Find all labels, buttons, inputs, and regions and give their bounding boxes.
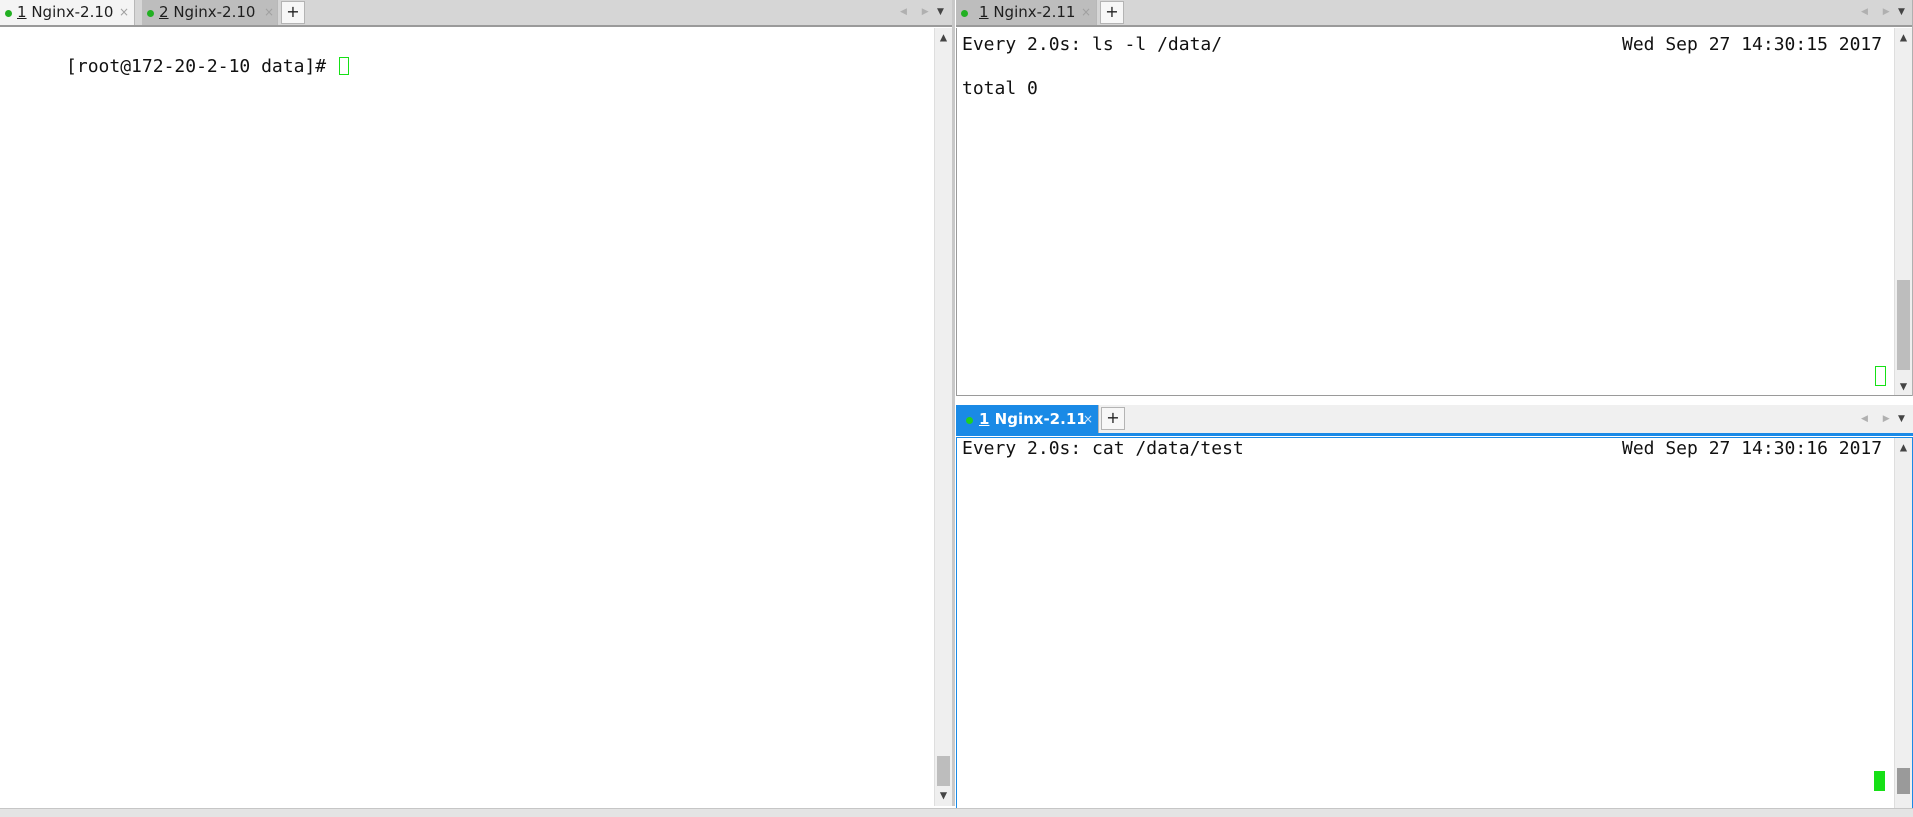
tab-number: 1: [979, 3, 989, 21]
left-tab-bar: 1 Nginx-2.10 × 2 Nginx-2.10 × + ◀ ▶ ▼: [0, 0, 952, 27]
watch-header-timestamp: Wed Sep 27 14:30:16 2017: [1622, 438, 1883, 459]
text-cursor: [1874, 771, 1885, 791]
scroll-thumb[interactable]: [1897, 768, 1910, 794]
add-tab-button[interactable]: +: [1101, 407, 1125, 430]
text-cursor: [338, 57, 349, 75]
chevron-down-icon[interactable]: ▼: [1898, 407, 1905, 432]
terminal-prompt-line: [root@172-20-2-10 data]#: [1, 34, 349, 77]
scroll-thumb[interactable]: [1897, 280, 1910, 370]
tab-scroll-arrows-icon[interactable]: ◀ ▶: [1861, 0, 1896, 25]
text-cursor: [1875, 366, 1886, 386]
right-bottom-tab-bar: 1 Nginx-2.11 × + ◀ ▶ ▼: [956, 405, 1913, 436]
close-icon[interactable]: ×: [1083, 405, 1093, 433]
scroll-down-icon[interactable]: ▼: [935, 788, 952, 802]
scroll-down-icon[interactable]: ▼: [1895, 379, 1912, 393]
status-dot-icon: [147, 10, 154, 17]
vertical-scrollbar[interactable]: ▲: [1894, 438, 1912, 808]
watch-header-command: Every 2.0s: cat /data/test: [962, 438, 1244, 459]
terminal-left[interactable]: [root@172-20-2-10 data]# ▲ ▼: [0, 28, 952, 806]
pane-divider[interactable]: [952, 0, 955, 806]
chevron-down-icon[interactable]: ▼: [1898, 0, 1905, 25]
tab-scroll-arrows-icon[interactable]: ◀ ▶: [900, 0, 935, 25]
tab-number: 1: [17, 3, 27, 21]
close-icon[interactable]: ×: [1081, 0, 1091, 25]
status-dot-icon: [5, 10, 12, 17]
chevron-down-icon[interactable]: ▼: [937, 0, 944, 25]
tab-number: 2: [159, 3, 169, 21]
close-icon[interactable]: ×: [119, 0, 129, 25]
scroll-up-icon[interactable]: ▲: [935, 30, 952, 44]
status-dot-icon: [961, 10, 968, 17]
add-tab-button[interactable]: +: [281, 1, 305, 24]
tab-number: 1: [979, 410, 990, 428]
vertical-scrollbar[interactable]: ▲ ▼: [1894, 28, 1912, 395]
tab-title: Nginx-2.11: [994, 410, 1087, 428]
vertical-scrollbar[interactable]: ▲ ▼: [934, 28, 952, 806]
status-dot-icon: [966, 417, 973, 424]
terminal-right-bottom[interactable]: Every 2.0s: cat /data/test Wed Sep 27 14…: [956, 437, 1913, 809]
scroll-thumb[interactable]: [937, 756, 950, 786]
right-top-tab-bar: 1 Nginx-2.11 × + ◀ ▶ ▼: [956, 0, 1912, 27]
tab-title: Nginx-2.10: [173, 3, 256, 21]
scroll-up-icon[interactable]: ▲: [1895, 30, 1912, 44]
terminal-right-top[interactable]: Every 2.0s: ls -l /data/ Wed Sep 27 14:3…: [956, 28, 1912, 396]
tab-nginx-2-10-2[interactable]: 2 Nginx-2.10 ×: [142, 0, 278, 25]
add-tab-button[interactable]: +: [1100, 1, 1124, 24]
terminal-output-line: total 0: [962, 78, 1038, 99]
tab-nginx-2-11-active[interactable]: 1 Nginx-2.11 ×: [956, 405, 1099, 433]
watch-header-timestamp: Wed Sep 27 14:30:15 2017: [1622, 34, 1883, 55]
close-icon[interactable]: ×: [264, 0, 274, 25]
scroll-up-icon[interactable]: ▲: [1895, 440, 1912, 454]
tab-title: Nginx-2.11: [993, 3, 1076, 21]
tab-scroll-arrows-icon[interactable]: ◀ ▶: [1861, 407, 1896, 432]
left-pane: 1 Nginx-2.10 × 2 Nginx-2.10 × + ◀ ▶ ▼ [r…: [0, 0, 952, 806]
tab-title: Nginx-2.10: [31, 3, 114, 21]
right-top-pane: 1 Nginx-2.11 × + ◀ ▶ ▼ Every 2.0s: ls -l…: [956, 0, 1913, 396]
shell-prompt: [root@172-20-2-10 data]#: [66, 56, 337, 77]
right-bottom-pane: 1 Nginx-2.11 × + ◀ ▶ ▼ Every 2.0s: cat /…: [956, 405, 1913, 809]
watch-header-command: Every 2.0s: ls -l /data/: [962, 34, 1223, 55]
tab-nginx-2-11[interactable]: 1 Nginx-2.11 ×: [956, 0, 1097, 25]
tab-nginx-2-10-1[interactable]: 1 Nginx-2.10 ×: [0, 0, 135, 25]
